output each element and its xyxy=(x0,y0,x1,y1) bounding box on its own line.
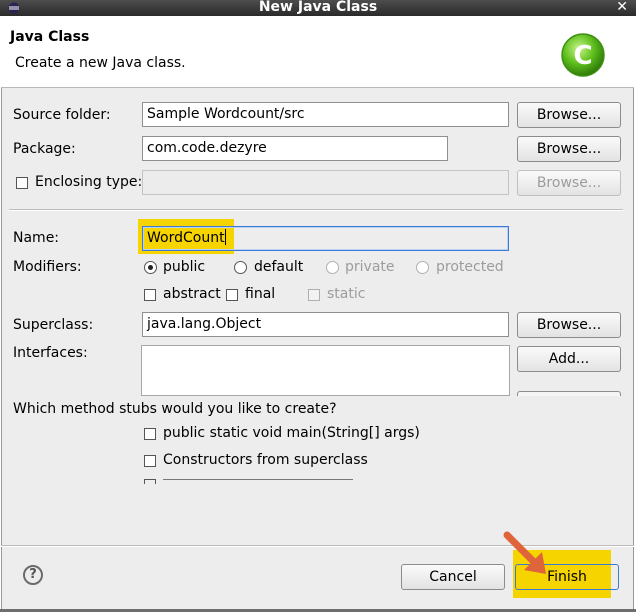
name-label: Name: xyxy=(13,230,60,246)
final-label: final xyxy=(245,286,276,302)
interfaces-list[interactable] xyxy=(141,345,510,396)
help-icon[interactable]: ? xyxy=(23,565,43,585)
main-method-label: public static void main(String[] args) xyxy=(163,425,420,441)
static-checkbox xyxy=(308,289,320,301)
interfaces-add-button[interactable]: Add... xyxy=(517,346,621,372)
enclosing-type-label: Enclosing type: xyxy=(35,174,143,190)
name-input-value: WordCount xyxy=(147,230,225,246)
new-class-wizard-icon: C xyxy=(561,33,605,77)
package-input[interactable]: com.code.dezyre xyxy=(142,136,448,161)
enclosing-type-checkbox[interactable] xyxy=(16,177,28,189)
source-folder-label: Source folder: xyxy=(13,107,111,123)
public-radio[interactable] xyxy=(144,261,157,274)
superclass-label: Superclass: xyxy=(13,317,94,333)
interfaces-label: Interfaces: xyxy=(13,345,88,361)
cancel-button[interactable]: Cancel xyxy=(401,564,505,590)
superclass-browse-button[interactable]: Browse... xyxy=(517,312,621,338)
default-radio[interactable] xyxy=(234,261,247,274)
clipped-stub-row xyxy=(144,479,364,484)
final-checkbox[interactable] xyxy=(226,289,238,301)
package-label: Package: xyxy=(13,141,76,157)
dialog-header xyxy=(1,16,634,88)
separator xyxy=(9,209,623,211)
header-title: Java Class xyxy=(10,29,90,45)
private-radio xyxy=(326,261,339,274)
modifiers-label: Modifiers: xyxy=(13,259,82,275)
window-title: New Java Class xyxy=(258,0,378,15)
name-input[interactable]: WordCount xyxy=(142,226,509,251)
superclass-input[interactable]: java.lang.Object xyxy=(142,312,509,337)
text-caret xyxy=(224,229,226,245)
protected-radio xyxy=(416,261,429,274)
private-label: private xyxy=(345,259,395,275)
public-label: public xyxy=(163,259,206,275)
source-folder-input[interactable]: Sample Wordcount/src xyxy=(142,102,509,127)
main-method-checkbox[interactable] xyxy=(144,428,156,440)
constructors-label: Constructors from superclass xyxy=(163,452,368,468)
constructors-checkbox[interactable] xyxy=(144,455,156,467)
default-label: default xyxy=(254,259,304,275)
abstract-checkbox[interactable] xyxy=(144,289,156,301)
static-label: static xyxy=(327,286,366,302)
interfaces-remove-button xyxy=(517,391,621,396)
stubs-question: Which method stubs would you like to cre… xyxy=(13,401,337,417)
close-icon[interactable]: ✕ xyxy=(616,0,628,16)
header-description: Create a new Java class. xyxy=(15,55,186,71)
title-bar: New Java Class ✕ xyxy=(0,0,636,16)
package-browse-button[interactable]: Browse... xyxy=(517,136,621,162)
protected-label: protected xyxy=(436,259,504,275)
enclosing-type-input xyxy=(142,170,509,195)
svg-text:C: C xyxy=(573,41,592,71)
pointer-arrow-icon xyxy=(503,531,546,574)
enclosing-type-browse-button: Browse... xyxy=(517,170,621,196)
source-folder-browse-button[interactable]: Browse... xyxy=(517,102,621,128)
abstract-label: abstract xyxy=(163,286,221,302)
